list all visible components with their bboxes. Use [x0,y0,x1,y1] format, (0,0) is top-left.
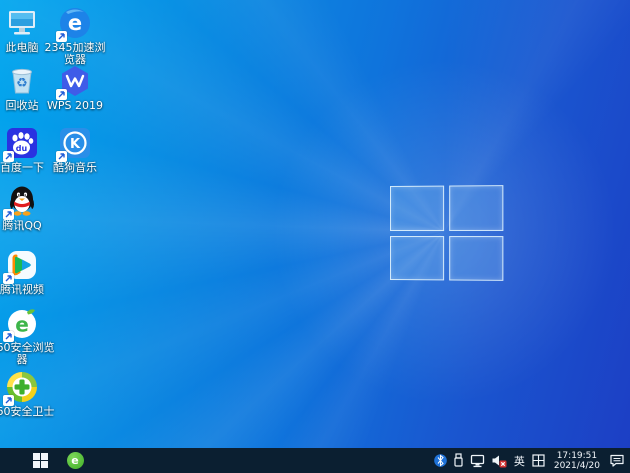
shortcut-arrow-icon [3,395,14,406]
icon-label: 2345加速浏览器 [44,41,106,66]
tencent-qq-icon [3,184,39,220]
360-browser-taskbar-icon: e [66,452,84,469]
baidu-search-icon: du [3,126,39,162]
clock-time: 17:19:51 [556,450,598,461]
shortcut-arrow-icon [3,151,14,162]
svg-text:♻: ♻ [16,76,28,91]
icon-label: 酷狗音乐 [53,161,97,174]
desktop-icon-kugou-music[interactable]: K 酷狗音乐 [42,126,108,174]
shortcut-arrow-icon [3,331,14,342]
tencent-video-icon [3,248,39,284]
icon-label: 360安全浏览器 [0,341,55,366]
desktop-icon-360-safeguard[interactable]: 360安全卫士 [0,370,55,418]
usb-device-icon[interactable] [453,448,464,473]
wps-2019-icon [56,64,92,100]
windows-logo-pane [448,235,504,281]
windows-start-icon [32,453,48,468]
taskbar-360-browser-button[interactable]: e [62,448,88,473]
shortcut-arrow-icon [3,209,14,220]
windows-logo-pane [448,185,504,231]
shortcut-arrow-icon [56,151,67,162]
desktop: 此电脑 e 2345加速浏览器 ♻ 回收站 WPS 2019 du 百度一下 K… [0,0,630,473]
shortcut-arrow-icon [56,89,67,100]
windows-logo-pane [390,235,444,281]
start-button[interactable] [27,448,53,473]
clock-date: 2021/4/20 [553,460,600,471]
icon-label: 360安全卫士 [0,405,55,418]
360-safeguard-icon [3,370,39,406]
desktop-icon-2345-browser[interactable]: e 2345加速浏览器 [42,6,108,66]
ime-grid-icon[interactable] [532,448,545,473]
desktop-icon-tencent-video[interactable]: 腾讯视频 [0,248,55,296]
windows-logo-pane [390,185,444,231]
recycle-bin-icon: ♻ [5,64,39,98]
taskbar-clock[interactable]: 17:19:51 2021/4/20 [551,451,603,471]
360-browser-icon: e [3,306,39,342]
desktop-icon-wps-2019[interactable]: WPS 2019 [42,64,108,112]
svg-text:du: du [16,144,28,153]
icon-label: WPS 2019 [47,99,103,112]
svg-text:K: K [70,137,81,152]
icon-label: 腾讯QQ [2,219,42,232]
desktop-icon-360-browser[interactable]: e 360安全浏览器 [0,306,55,366]
volume-muted-icon[interactable] [491,448,507,473]
shortcut-arrow-icon [3,273,14,284]
shortcut-arrow-icon [56,31,67,42]
desktop-icon-tencent-qq[interactable]: 腾讯QQ [0,184,55,232]
system-tray: 英 17:19:51 2021/4/20 [434,448,628,473]
ime-language-indicator[interactable]: 英 [513,448,526,473]
windows-logo [390,185,504,281]
2345-browser-icon: e [56,6,92,42]
icon-label: 腾讯视频 [0,283,44,296]
svg-text:e: e [68,11,82,35]
taskbar: e 英 17:19:51 2021/4/20 [0,448,630,473]
network-monitor-icon[interactable] [470,448,485,473]
action-center-icon[interactable] [609,448,625,473]
this-pc-icon [5,6,39,40]
kugou-music-icon: K [56,126,92,162]
svg-text:e: e [15,313,29,337]
bluetooth-icon[interactable] [434,448,447,473]
